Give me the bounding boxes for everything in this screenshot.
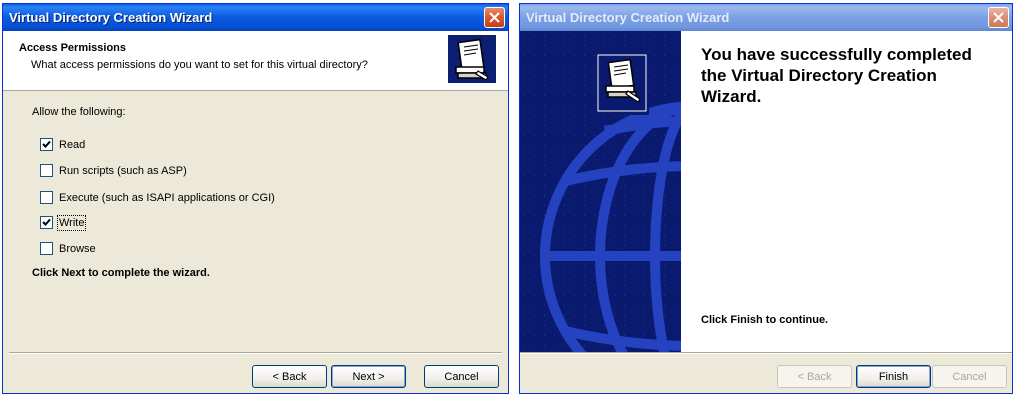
title-bar[interactable]: Virtual Directory Creation Wizard — [3, 4, 508, 31]
read-label: Read — [59, 138, 86, 151]
close-button[interactable] — [484, 7, 505, 28]
next-button[interactable]: Next > — [331, 365, 406, 388]
execute-checkbox[interactable] — [40, 191, 53, 204]
execute-checkbox-row[interactable]: Execute (such as ISAPI applications or C… — [40, 190, 275, 205]
finish-button[interactable]: Finish — [856, 365, 931, 388]
read-checkbox-row[interactable]: Read — [40, 137, 85, 152]
wizard-content: You have successfully completed the Virt… — [681, 31, 1012, 352]
header-subtitle: What access permissions do you want to s… — [31, 59, 368, 71]
completion-heading: You have successfully completed the Virt… — [701, 45, 972, 106]
checkmark-icon — [42, 140, 51, 148]
finish-instruction: Click Finish to continue. — [701, 314, 829, 326]
close-button[interactable] — [988, 7, 1009, 28]
wizard-header: Access Permissions What access permissio… — [3, 31, 508, 91]
cancel-button[interactable]: Cancel — [932, 365, 1007, 388]
cancel-button[interactable]: Cancel — [424, 365, 499, 388]
browse-checkbox[interactable] — [40, 242, 53, 255]
write-checkbox[interactable] — [40, 216, 53, 229]
globe-icon — [520, 31, 681, 352]
close-icon — [489, 12, 500, 23]
window-title: Virtual Directory Creation Wizard — [9, 10, 213, 25]
header-title: Access Permissions — [19, 42, 127, 54]
book-wizard-icon — [448, 35, 496, 83]
run-scripts-checkbox-row[interactable]: Run scripts (such as ASP) — [40, 163, 187, 178]
browse-checkbox-row[interactable]: Browse — [40, 241, 96, 256]
button-separator — [520, 352, 1012, 354]
wizard-sidebar — [520, 31, 681, 352]
wizard-completion-window: Virtual Directory Creation Wizard You ha… — [519, 3, 1013, 394]
back-button[interactable]: < Back — [252, 365, 327, 388]
button-separator — [9, 352, 502, 354]
back-button[interactable]: < Back — [777, 365, 852, 388]
write-checkbox-row[interactable]: Write — [40, 214, 87, 231]
next-instruction: Click Next to complete the wizard. — [32, 267, 210, 279]
browse-label: Browse — [59, 242, 96, 255]
execute-label: Execute (such as ISAPI applications or C… — [59, 191, 275, 204]
window-title: Virtual Directory Creation Wizard — [526, 10, 730, 25]
close-icon — [993, 12, 1004, 23]
run-scripts-label: Run scripts (such as ASP) — [59, 164, 187, 177]
allow-prompt: Allow the following: — [32, 106, 126, 118]
read-checkbox[interactable] — [40, 138, 53, 151]
checkmark-icon — [42, 218, 51, 226]
title-bar[interactable]: Virtual Directory Creation Wizard — [520, 4, 1012, 31]
run-scripts-checkbox[interactable] — [40, 164, 53, 177]
access-permissions-wizard-window: Virtual Directory Creation Wizard Access… — [2, 3, 509, 394]
write-label: Write — [56, 214, 87, 231]
